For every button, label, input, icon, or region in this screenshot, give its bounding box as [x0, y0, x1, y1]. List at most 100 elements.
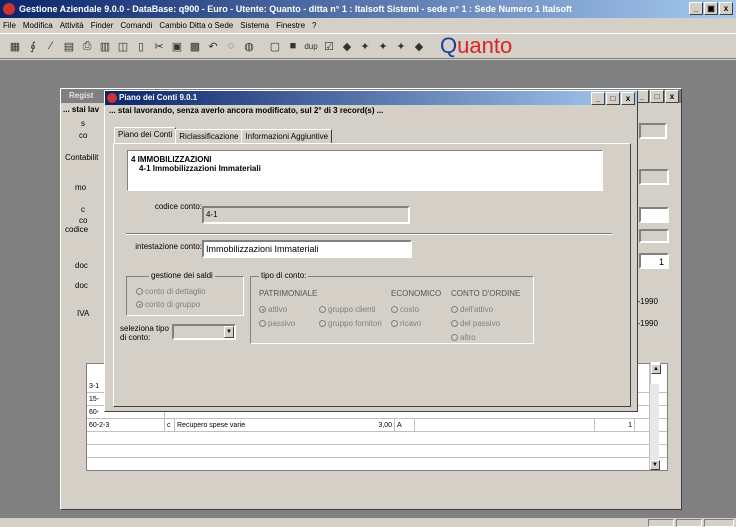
app-title-bar: Gestione Aziendale 9.0.0 - DataBase: q90…	[0, 0, 736, 18]
bg-combo[interactable]	[639, 169, 669, 185]
minimize-button[interactable]: _	[689, 2, 703, 15]
record-status: ... stai lavorando, senza averlo ancora …	[109, 106, 384, 115]
radio-attivo[interactable]: attivo	[259, 305, 287, 314]
paste-icon[interactable]: ▣	[170, 39, 184, 53]
codice-conto-label: codice conto:	[154, 202, 202, 211]
menu-attivita[interactable]: Attività	[60, 21, 84, 30]
radio-selected-icon	[136, 301, 143, 308]
toolbar: ▦ ∮ ∕ ▤ ⎙ ▥ ◫ ▯ ✂ ▣ ▩ ↶ ◌ ◍ ▢ ■ dup ☑ ◆ …	[0, 33, 736, 59]
scroll-down-button[interactable]: ▼	[650, 460, 660, 470]
close-button[interactable]: x	[719, 2, 733, 15]
edit-icon[interactable]: ☑	[322, 39, 336, 53]
radio-gruppo-fornitori[interactable]: gruppo fornitori	[319, 319, 382, 328]
cut-icon[interactable]: ✂	[152, 39, 166, 53]
delete-icon[interactable]: ▯	[134, 39, 148, 53]
next-icon[interactable]: ✦	[376, 39, 390, 53]
menu-sistema[interactable]: Sistema	[240, 21, 269, 30]
dialog-minimize-button[interactable]: _	[591, 92, 605, 105]
print-preview-icon[interactable]: ▥	[98, 39, 112, 53]
dialog-title: Piano dei Conti 9.0.1	[119, 93, 198, 102]
radio-gruppo-clienti[interactable]: gruppo clienti	[319, 305, 376, 314]
bg-label: s	[81, 119, 85, 128]
menu-modifica[interactable]: Modifica	[23, 21, 53, 30]
clipboard-icon[interactable]: ▩	[188, 39, 202, 53]
radio-dell-attivo[interactable]: dell'attivo	[451, 305, 493, 314]
pencil-icon[interactable]: ∕	[44, 39, 58, 53]
gestione-saldi-group: gestione dei saldi conto di dettaglio co…	[126, 271, 244, 316]
print-icon[interactable]: ⎙	[80, 39, 94, 53]
radio-del-passivo[interactable]: del passivo	[451, 319, 500, 328]
bg-scrollbar[interactable]: ▲	[650, 362, 661, 384]
radio-ricavo[interactable]: ricavo	[391, 319, 421, 328]
end-icon[interactable]: ◆	[412, 39, 426, 53]
status-panel	[648, 519, 674, 527]
bg-field[interactable]	[639, 207, 669, 223]
menu-help[interactable]: ?	[312, 21, 316, 30]
tipo-conto-combo[interactable]: ▼	[172, 324, 236, 340]
intestazione-conto-input[interactable]: Immobilizzazioni Immateriali	[202, 240, 412, 258]
col-economico: ECONOMICO	[391, 289, 442, 298]
bg-value-field[interactable]: 1	[639, 253, 669, 269]
menu-bar: File Modifica Attività Finder Comandi Ca…	[0, 18, 736, 32]
menu-comandi[interactable]: Comandi	[120, 21, 152, 30]
table-row[interactable]	[87, 445, 667, 458]
radio-icon	[451, 306, 458, 313]
dialog-close-button[interactable]: x	[621, 92, 635, 105]
tipo-conto-label: tipo di conto:	[259, 271, 309, 280]
radio-icon	[319, 320, 326, 327]
hierarchy-level-1: 4 IMMOBILIZZAZIONI	[131, 155, 212, 164]
menu-finder[interactable]: Finder	[91, 21, 114, 30]
radio-costo[interactable]: costo	[391, 305, 419, 314]
dup-button[interactable]: dup	[304, 39, 318, 53]
undo-icon[interactable]: ↶	[206, 39, 220, 53]
bg-close-button[interactable]: x	[665, 90, 679, 103]
tab-informazioni-aggiuntive[interactable]: Informazioni Aggiuntive	[241, 129, 333, 144]
app-icon[interactable]	[3, 3, 15, 15]
bg-field[interactable]	[639, 229, 669, 243]
codice-conto-field[interactable]: 4-1	[202, 206, 410, 224]
prev-icon[interactable]: ✦	[358, 39, 372, 53]
calculator-icon[interactable]: ∮	[26, 39, 40, 53]
new-page-icon[interactable]: ▢	[268, 39, 282, 53]
app-title: Gestione Aziendale 9.0.0 - DataBase: q90…	[19, 4, 572, 14]
table-row[interactable]: 60-2-3 c Recupero spese varie 3,00 A 1	[87, 419, 667, 432]
radio-conto-dettaglio[interactable]: conto di dettaglio	[136, 287, 206, 296]
radio-conto-gruppo[interactable]: conto di gruppo	[136, 300, 200, 309]
account-hierarchy-box: 4 IMMOBILIZZAZIONI 4-1 Immobilizzazioni …	[127, 150, 603, 191]
tab-piano-dei-conti[interactable]: Piano dei Conti	[114, 127, 177, 144]
copy-icon[interactable]: ◫	[116, 39, 130, 53]
radio-icon	[391, 306, 398, 313]
bg-status-fragment: ... stai lav	[63, 105, 100, 114]
bg-label: mo	[75, 183, 87, 192]
bg-label: co	[79, 131, 88, 140]
menu-file[interactable]: File	[3, 21, 16, 30]
bg-label: IVA	[77, 309, 90, 318]
radio-icon	[451, 320, 458, 327]
status-panel	[704, 519, 734, 527]
bg-label: doc	[75, 281, 88, 290]
page-icon[interactable]: ▤	[62, 39, 76, 53]
floppy-icon[interactable]: ■	[286, 39, 300, 53]
first-icon[interactable]: ◆	[340, 39, 354, 53]
search-icon[interactable]: ◌	[224, 39, 238, 53]
last-icon[interactable]: ✦	[394, 39, 408, 53]
table-row[interactable]	[87, 432, 667, 445]
tab-riclassificazione[interactable]: Riclassificazione	[175, 129, 243, 144]
seleziona-tipo-label: seleziona tipo di conto:	[120, 324, 169, 342]
scroll-up-button[interactable]: ▲	[651, 364, 661, 374]
bg-field[interactable]	[639, 123, 667, 139]
dialog-app-icon[interactable]	[107, 93, 117, 103]
chevron-down-icon[interactable]: ▼	[224, 326, 234, 338]
search-next-icon[interactable]: ◍	[242, 39, 256, 53]
piano-dei-conti-dialog: Piano dei Conti 9.0.1 _ □ x ... stai lav…	[104, 90, 638, 412]
menu-finestre[interactable]: Finestre	[276, 21, 305, 30]
save-icon[interactable]: ▦	[8, 39, 22, 53]
restore-button[interactable]: ▣	[704, 2, 718, 15]
radio-icon	[259, 320, 266, 327]
dialog-title-bar[interactable]: Piano dei Conti 9.0.1 _ □ x	[105, 91, 637, 105]
radio-altro[interactable]: altro	[451, 333, 476, 342]
menu-cambio-ditta[interactable]: Cambio Ditta o Sede	[159, 21, 233, 30]
dialog-maximize-button[interactable]: □	[606, 92, 620, 105]
bg-maximize-button[interactable]: □	[650, 90, 664, 103]
radio-passivo[interactable]: passivo	[259, 319, 295, 328]
